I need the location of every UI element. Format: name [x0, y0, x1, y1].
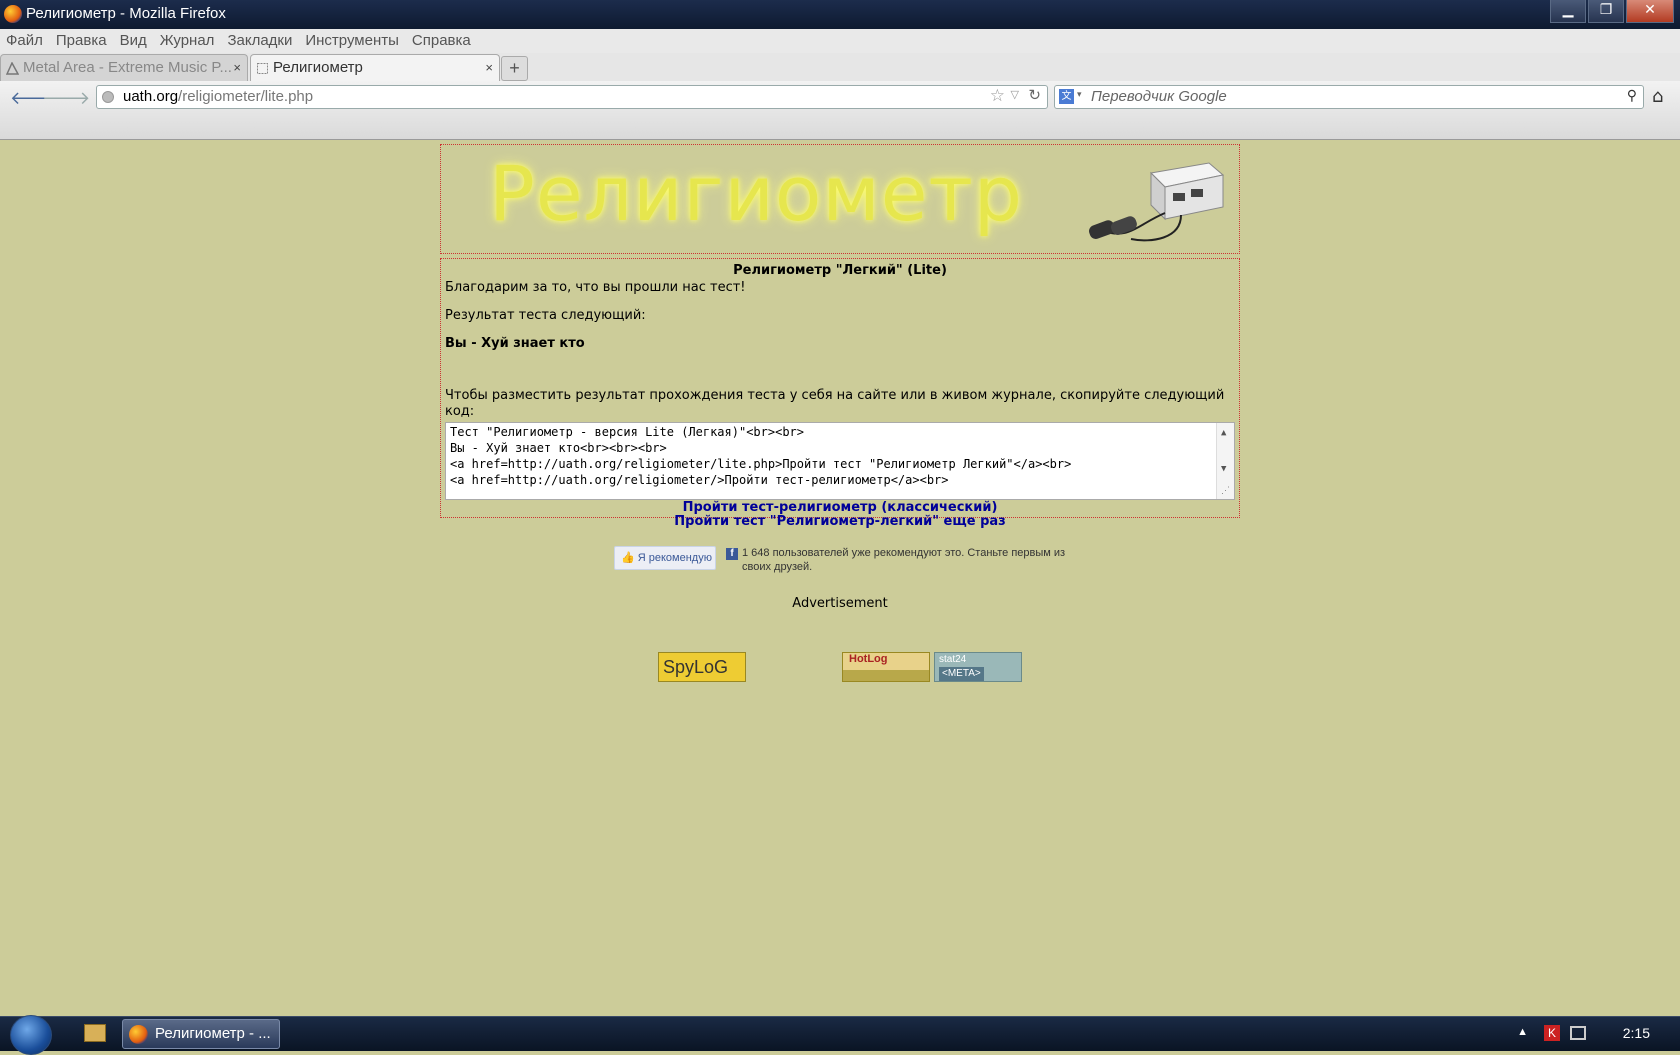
- device-illustration-icon: [1089, 162, 1225, 242]
- site-header: Религиометр: [440, 144, 1240, 254]
- tab-religiometer[interactable]: Религиометр ×: [250, 54, 500, 81]
- tab-close-icon[interactable]: ×: [233, 55, 241, 81]
- reload-icon[interactable]: ↻: [1028, 86, 1041, 104]
- code-line: Тест "Религиометр - версия Lite (Легкая)…: [450, 425, 805, 439]
- tab-label: Metal Area - Extreme Music P...: [23, 59, 232, 76]
- panel-title: Религиометр "Легкий" (Lite): [733, 263, 947, 278]
- fb-recommend-count-text: 1 648 пользователей уже рекомендуют это.…: [742, 547, 1066, 573]
- window-controls: ▁ ❐ ✕: [1550, 0, 1674, 23]
- panel-links: Пройти тест-религиометр (классический) П…: [445, 501, 1235, 529]
- result-panel: Религиометр "Легкий" (Lite) Благодарим з…: [440, 258, 1240, 529]
- window-titlebar: Религиометр - Mozilla Firefox ▁ ❐ ✕: [0, 0, 1680, 29]
- facebook-recommend-widget: 👍 Я рекомендую f 1 648 пользователей уже…: [614, 546, 1074, 576]
- fb-recommend-button[interactable]: 👍 Я рекомендую: [614, 546, 716, 570]
- menu-file[interactable]: Файл: [6, 29, 43, 53]
- window-title: Религиометр - Mozilla Firefox: [26, 5, 226, 22]
- hotlog-counter-badge[interactable]: HotLog: [842, 652, 930, 682]
- tab-label: Религиометр: [273, 59, 363, 76]
- url-history-dropdown-icon[interactable]: ▽: [1011, 88, 1019, 101]
- menu-bar: Файл Правка Вид Журнал Закладки Инструменты Сп…: [0, 29, 1680, 53]
- embed-instructions: Чтобы разместить результат прохождения т…: [445, 388, 1225, 419]
- search-engine-dropdown-icon[interactable]: ▾: [1077, 89, 1082, 100]
- start-button[interactable]: [10, 1015, 52, 1055]
- menu-bookmarks[interactable]: Закладки: [227, 29, 292, 53]
- spylog-counter-badge[interactable]: SpyLoG: [658, 652, 746, 682]
- code-line: <a href=http://uath.org/religiometer/>Пр…: [450, 473, 949, 487]
- metal-area-favicon-icon: [6, 62, 19, 75]
- resize-grip-icon[interactable]: ⋰: [1221, 483, 1230, 499]
- facebook-logo-icon: f: [726, 548, 738, 560]
- menu-history[interactable]: Журнал: [160, 29, 215, 53]
- bookmark-star-icon[interactable]: ☆: [990, 86, 1005, 106]
- url-domain: uath.org: [123, 88, 179, 105]
- result-value: Вы - Хуй знает кто: [445, 336, 585, 351]
- menu-view[interactable]: Вид: [120, 29, 147, 53]
- new-tab-button[interactable]: +: [501, 56, 528, 81]
- result-label: Результат теста следующий:: [445, 308, 646, 323]
- menu-help[interactable]: Справка: [412, 29, 471, 53]
- forward-arrow-icon[interactable]: 🡒: [42, 88, 90, 109]
- menu-tools[interactable]: Инструменты: [305, 29, 399, 53]
- site-logo: Религиометр: [489, 149, 1023, 238]
- thanks-text: Благодарим за то, что вы прошли нас тест…: [445, 280, 746, 295]
- search-icon[interactable]: ⚲: [1627, 87, 1637, 104]
- google-translate-icon[interactable]: 文: [1059, 89, 1074, 104]
- navigation-bar: 🡐 🡒 uath.org/religiometer/lite.php ☆ ▽ ↻…: [0, 81, 1680, 140]
- tab-close-icon[interactable]: ×: [485, 55, 493, 81]
- minimize-button[interactable]: ▁: [1550, 0, 1586, 23]
- menu-edit[interactable]: Правка: [56, 29, 107, 53]
- textarea-scrollbar[interactable]: ▲ ▼ ⋰: [1216, 423, 1234, 499]
- code-line: Вы - Хуй знает кто<br><br><br>: [450, 441, 667, 455]
- antivirus-icon[interactable]: K: [1544, 1025, 1560, 1041]
- stat24-counter-badge[interactable]: stat24 <META>: [934, 652, 1022, 682]
- taskbar-firefox-item[interactable]: Религиометр - ...: [122, 1019, 280, 1049]
- classic-test-link[interactable]: Пройти тест-религиометр (классический): [445, 501, 1235, 515]
- close-button[interactable]: ✕: [1626, 0, 1674, 23]
- scroll-up-icon[interactable]: ▲: [1221, 425, 1226, 441]
- page-content: Религиометр Религиометр "Легкий" (Lite) …: [0, 140, 1680, 1015]
- retake-lite-test-link[interactable]: Пройти тест "Религиометр-легкий" еще раз: [445, 515, 1235, 529]
- search-bar[interactable]: 文 ▾ Переводчик Google ⚲: [1054, 85, 1644, 109]
- code-line: <a href=http://uath.org/religiometer/lit…: [450, 457, 1072, 471]
- url-text: uath.org/religiometer/lite.php: [123, 88, 313, 105]
- tab-bar: Metal Area - Extreme Music P... × Религи…: [0, 53, 1680, 81]
- clock[interactable]: 2:15: [1623, 1025, 1650, 1041]
- home-icon[interactable]: ⌂: [1652, 86, 1663, 107]
- blank-page-icon: [257, 63, 268, 74]
- site-identity-icon[interactable]: [102, 91, 114, 103]
- firefox-icon: [4, 5, 22, 23]
- embed-code-textarea[interactable]: Тест "Религиометр - версия Lite (Легкая)…: [445, 422, 1235, 500]
- windows-taskbar: Религиометр - ... ▲ K 2:15: [0, 1015, 1680, 1055]
- search-placeholder: Переводчик Google: [1091, 88, 1227, 105]
- fb-recommend-label: Я рекомендую: [637, 552, 712, 564]
- stat24-label: stat24: [939, 654, 967, 665]
- explorer-folder-icon[interactable]: [84, 1024, 106, 1042]
- firefox-icon: [129, 1025, 148, 1044]
- thumbs-up-icon: 👍: [621, 552, 635, 564]
- show-hidden-icons-icon[interactable]: ▲: [1517, 1026, 1528, 1038]
- tab-metal-area[interactable]: Metal Area - Extreme Music P... ×: [0, 54, 248, 81]
- taskbar-item-label: Религиометр - ...: [155, 1025, 271, 1042]
- network-icon[interactable]: [1570, 1026, 1586, 1040]
- scroll-down-icon[interactable]: ▼: [1221, 461, 1226, 477]
- advertisement-label: Advertisement: [792, 596, 888, 611]
- url-path: /religiometer/lite.php: [178, 88, 314, 105]
- meta-label: <META>: [939, 667, 984, 681]
- maximize-button[interactable]: ❐: [1588, 0, 1624, 23]
- url-bar[interactable]: uath.org/religiometer/lite.php ☆ ▽ ↻: [96, 85, 1048, 109]
